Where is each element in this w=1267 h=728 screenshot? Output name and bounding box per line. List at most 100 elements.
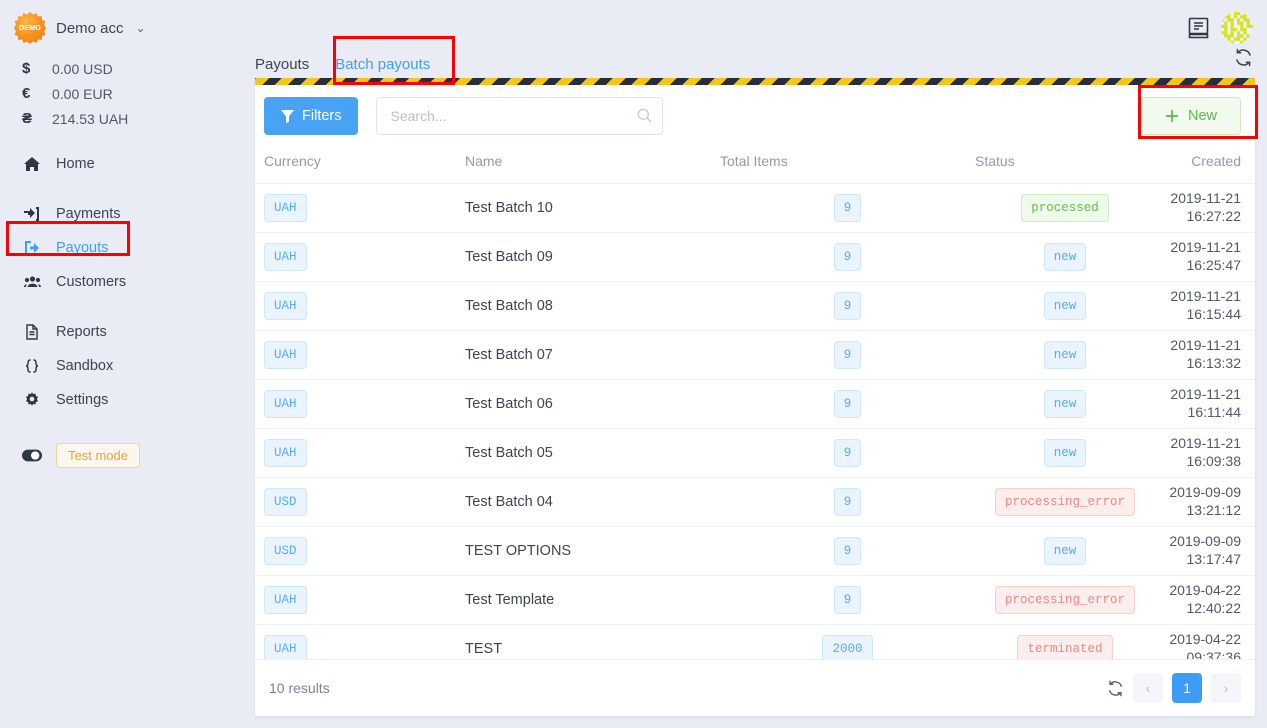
refresh-icon-header[interactable] [1234,48,1253,72]
sidebar-item-payouts[interactable]: Payouts [0,231,255,265]
table-body: UAH Test Batch 10 9 processed 2019-11-21 16:… [255,183,1255,659]
table-row[interactable]: UAH Test Batch 09 9 new 2019-11-21 16:25:47 [255,232,1255,282]
currency-symbol-usd: $ [22,60,31,77]
table-row[interactable]: USD TEST OPTIONS 9 new 2019-09-09 13:17:47 [255,526,1255,576]
table-row[interactable]: UAH Test Template 9 processing_error 2019-04… [255,575,1255,625]
status-badge: new [1043,291,1087,321]
batch-name: Test Batch 07 [465,347,553,363]
identicon-avatar[interactable] [1221,12,1253,44]
total-items-badge[interactable]: 9 [833,585,862,615]
batch-name: Test Batch 04 [465,494,553,510]
sidebar-item-reports[interactable]: Reports [0,315,255,349]
payouts-icon [22,240,42,256]
column-header-total-items: Total Items [720,147,975,184]
currency-badge: UAH [264,389,307,419]
table-row[interactable]: UAH Test Batch 08 9 new 2019-11-21 16:15:44 [255,281,1255,331]
balance-item-eur: € 0.00 EUR [22,81,255,106]
status-badge: processing_error [994,585,1136,615]
demo-logo-label: DEMO [19,24,41,32]
batch-payouts-table: Currency Name Total Items Status Created… [255,147,1255,659]
created-timestamp: 2019-11-21 16:11:44 [1170,386,1241,420]
total-items-badge[interactable]: 9 [833,438,862,468]
plus-icon [1165,109,1179,123]
new-button[interactable]: New [1140,97,1241,135]
currency-badge: UAH [264,340,307,370]
total-items-badge[interactable]: 9 [833,242,862,272]
sidebar-label-payouts: Payouts [56,240,109,256]
test-mode-row[interactable]: Test mode [0,443,255,468]
sidebar-label-home: Home [56,156,95,172]
batch-name: Test Batch 05 [465,445,553,461]
batch-name: TEST OPTIONS [465,543,572,559]
table-row[interactable]: UAH Test Batch 10 9 processed 2019-11-21 16:… [255,183,1255,233]
currency-badge: USD [264,536,307,566]
sidebar-item-home[interactable]: Home [0,147,255,181]
created-timestamp: 2019-04-22 09:37:36 [1169,631,1241,659]
batch-name: TEST [465,641,503,657]
status-badge: new [1043,536,1087,566]
main-content: Payouts Batch payouts Filters Search... … [255,0,1267,728]
created-timestamp: 2019-11-21 16:09:38 [1170,435,1241,469]
table-row[interactable]: UAH Test Batch 06 9 new 2019-11-21 16:11:44 [255,379,1255,429]
balance-item-usd: $ 0.00 USD [22,56,255,81]
nav-group-tools: Reports Sandbox Settings [0,315,255,417]
table-row[interactable]: UAH Test Batch 05 9 new 2019-11-21 16:09:38 [255,428,1255,478]
table-row[interactable]: USD Test Batch 04 9 processing_error 2019-09… [255,477,1255,527]
sidebar-label-customers: Customers [56,274,127,290]
currency-badge: UAH [264,242,307,272]
batch-name: Test Batch 10 [465,200,553,216]
total-items-badge[interactable]: 9 [833,487,862,517]
status-badge: new [1043,389,1087,419]
sidebar: DEMO Demo acc ⌄ $ 0.00 USD € 0.00 EUR ₴ … [0,0,255,728]
currency-symbol-uah: ₴ [22,110,33,127]
chevron-down-icon: ⌄ [135,21,146,35]
refresh-icon-footer[interactable] [1107,680,1124,697]
balance-list: $ 0.00 USD € 0.00 EUR ₴ 214.53 UAH [0,56,255,131]
search-input[interactable] [376,97,664,135]
toggle-icon[interactable] [22,449,42,462]
account-switcher[interactable]: DEMO Demo acc ⌄ [0,0,255,44]
status-badge: processing_error [994,487,1136,517]
sidebar-item-payments[interactable]: Payments [0,197,255,231]
batch-name: Test Template [465,592,555,608]
created-timestamp: 2019-11-21 16:13:32 [1170,337,1241,371]
column-header-currency: Currency [255,147,465,184]
table-row[interactable]: UAH TEST 2000 terminated 2019-04-22 09:37:36 [255,624,1255,659]
nav-group-operations: Payments Payouts Customers [0,197,255,299]
table-row[interactable]: UAH Test Batch 07 9 new 2019-11-21 16:13:32 [255,330,1255,380]
balance-item-uah: ₴ 214.53 UAH [22,106,255,131]
book-icon[interactable] [1188,17,1209,39]
total-items-badge[interactable]: 9 [833,389,862,419]
search-icon[interactable] [637,108,652,128]
total-items-badge[interactable]: 9 [833,193,862,223]
pagination: ‹ 1 › [1107,673,1241,703]
pagination-prev[interactable]: ‹ [1133,673,1163,703]
sidebar-item-settings[interactable]: Settings [0,383,255,417]
app-root: DEMO Demo acc ⌄ $ 0.00 USD € 0.00 EUR ₴ … [0,0,1267,728]
total-items-badge[interactable]: 9 [833,340,862,370]
created-timestamp: 2019-09-09 13:17:47 [1169,533,1241,567]
batch-name: Test Batch 08 [465,298,553,314]
funnel-icon [281,109,294,123]
total-items-badge[interactable]: 9 [833,536,862,566]
sidebar-item-customers[interactable]: Customers [0,265,255,299]
column-header-name: Name [465,147,720,184]
currency-symbol-eur: € [22,85,31,102]
currency-badge: UAH [264,193,307,223]
status-badge: new [1043,438,1087,468]
search-field-wrapper [376,97,664,135]
total-items-badge[interactable]: 2000 [822,634,873,659]
filters-button[interactable]: Filters [264,97,359,135]
pagination-page-1[interactable]: 1 [1172,673,1202,703]
tab-bar: Payouts Batch payouts [255,0,1267,86]
pagination-next[interactable]: › [1211,673,1241,703]
total-items-badge[interactable]: 9 [833,291,862,321]
balance-value-usd: 0.00 USD [52,60,113,77]
column-header-created: Created [1155,147,1255,184]
table-footer: 10 results ‹ 1 › [255,659,1255,716]
sidebar-item-sandbox[interactable]: Sandbox [0,349,255,383]
currency-badge: UAH [264,291,307,321]
sidebar-label-settings: Settings [56,392,109,408]
status-badge: new [1043,340,1087,370]
created-timestamp: 2019-04-22 12:40:22 [1169,582,1241,616]
